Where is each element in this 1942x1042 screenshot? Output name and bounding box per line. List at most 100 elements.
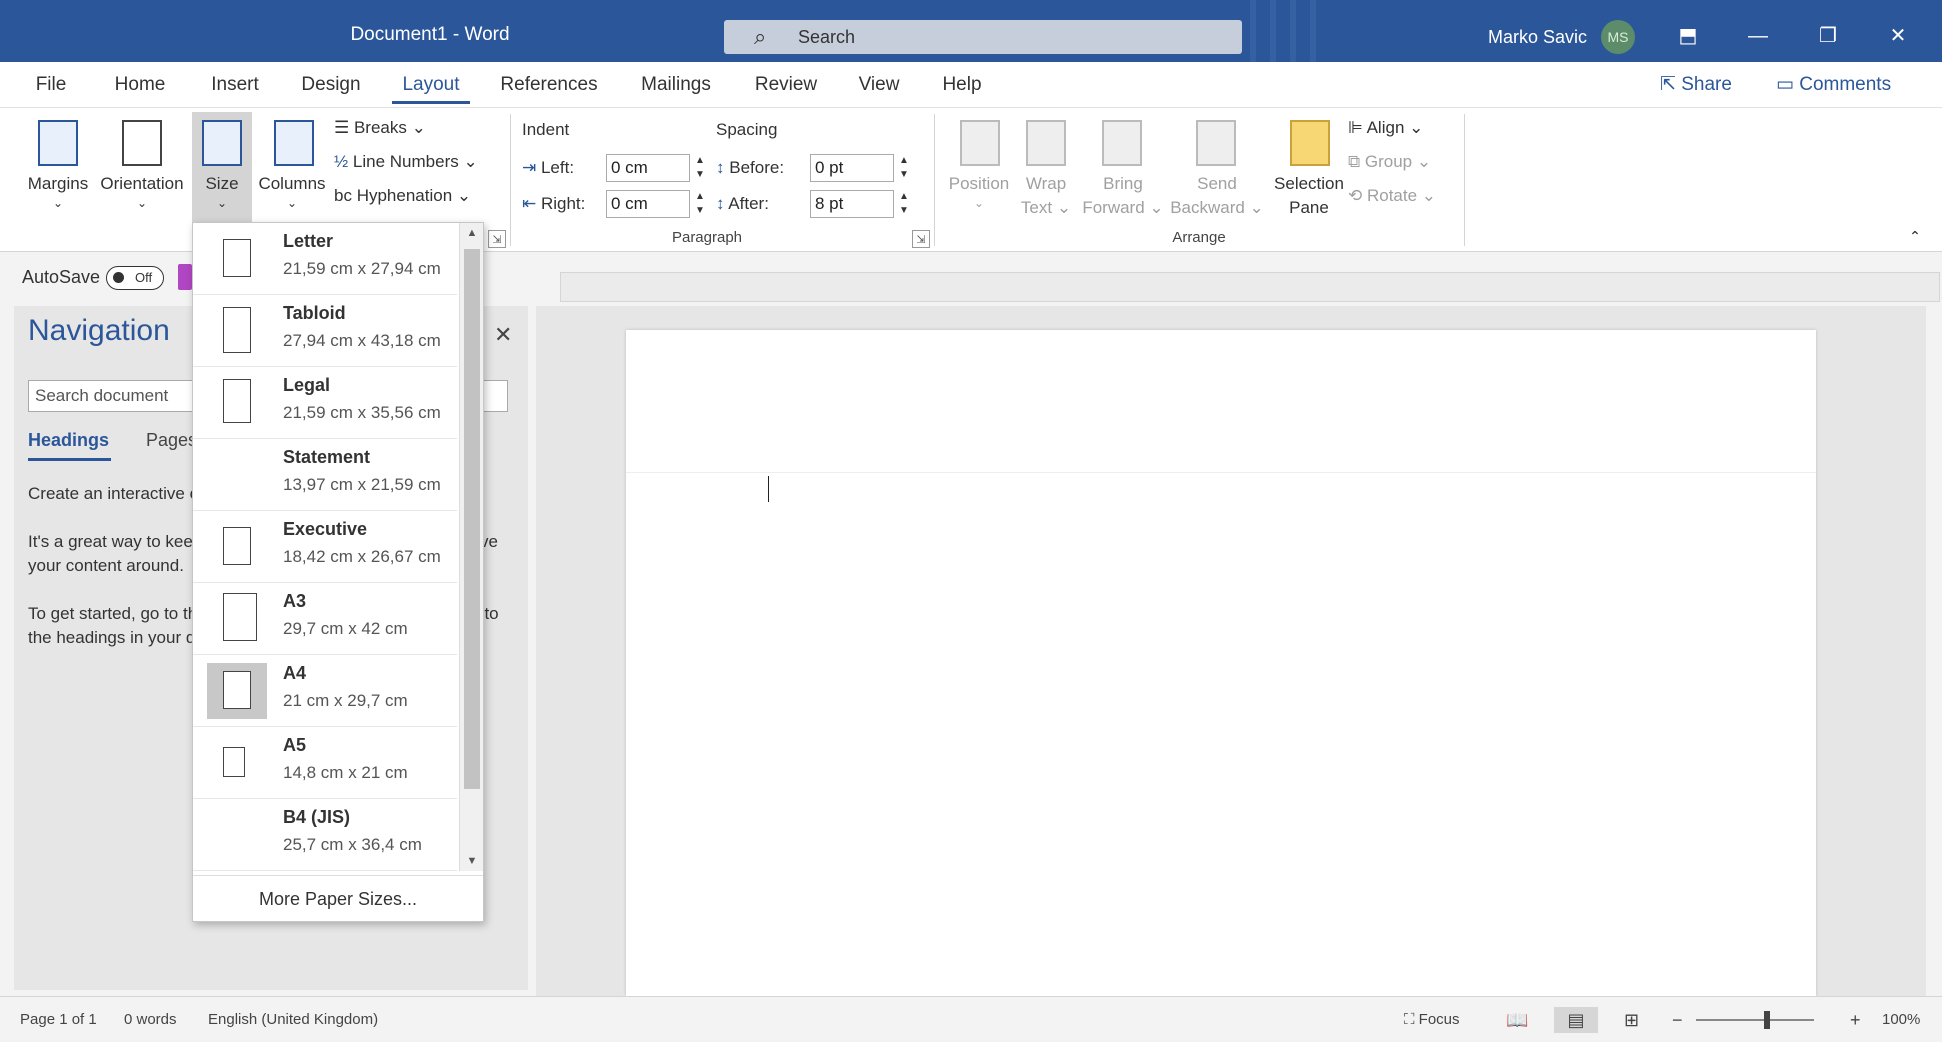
tab-insert[interactable]: Insert: [190, 66, 280, 104]
paragraph-launcher[interactable]: ⇲: [912, 230, 930, 248]
share-button[interactable]: ⇱ Share: [1660, 68, 1732, 102]
indent-right-spinner[interactable]: ▲ ▼: [692, 190, 708, 218]
ribbon-display-options-button[interactable]: ⬒: [1656, 14, 1720, 58]
group-button[interactable]: ⧉ Group ⌄: [1348, 148, 1431, 176]
selection-pane-button[interactable]: Selection Pane: [1268, 112, 1350, 224]
bring-forward-button[interactable]: Bring Forward ⌄: [1080, 112, 1166, 224]
print-layout-icon[interactable]: ▤: [1554, 1007, 1598, 1033]
size-option-statement[interactable]: Statement 13,97 cm x 21,59 cm: [193, 439, 457, 511]
size-option-b4-jis[interactable]: B4 (JIS) 25,7 cm x 36,4 cm: [193, 799, 457, 871]
scrollbar-thumb[interactable]: [464, 249, 480, 789]
margins-button[interactable]: Margins ⌄: [20, 112, 96, 224]
rotate-icon: ⟲: [1348, 186, 1367, 205]
line-numbers-button[interactable]: ½ Line Numbers ⌄: [334, 148, 478, 176]
size-option-a5[interactable]: A5 14,8 cm x 21 cm: [193, 727, 457, 799]
spacing-after-label: ↕ After:: [716, 194, 769, 213]
position-label: Position: [948, 174, 1010, 193]
breaks-button[interactable]: ☰ Breaks ⌄: [334, 114, 426, 142]
size-option-legal[interactable]: Legal 21,59 cm x 35,56 cm: [193, 367, 457, 439]
page-setup-launcher[interactable]: ⇲: [488, 230, 506, 248]
chevron-down-icon: ⌄: [973, 196, 985, 210]
language[interactable]: English (United Kingdom): [208, 1007, 378, 1033]
comments-label: Comments: [1799, 74, 1892, 95]
send-backward-button[interactable]: Send Backward ⌄: [1168, 112, 1266, 224]
orientation-button[interactable]: Orientation ⌄: [96, 112, 188, 224]
align-icon: ⊫: [1348, 118, 1367, 137]
more-paper-sizes-button[interactable]: More Paper Sizes...: [193, 875, 483, 921]
autosave-label: AutoSave: [22, 267, 101, 287]
onenote-icon[interactable]: [178, 264, 192, 290]
page-count[interactable]: Page 1 of 1: [20, 1007, 97, 1033]
scroll-up-icon[interactable]: ▲: [460, 223, 484, 243]
tab-headings[interactable]: Headings: [28, 430, 112, 461]
close-button[interactable]: ✕: [1866, 14, 1930, 58]
spacing-before-input[interactable]: 0 pt: [810, 154, 894, 182]
tab-references[interactable]: References: [484, 66, 614, 104]
decor-stripe: [1250, 0, 1256, 62]
size-button[interactable]: Size ⌄: [192, 112, 252, 224]
search-box[interactable]: ⌕ Search: [724, 20, 1242, 54]
focus-button[interactable]: ⛶ Focus: [1404, 1007, 1460, 1033]
scroll-down-icon[interactable]: ▼: [460, 851, 484, 871]
autosave-toggle[interactable]: Off: [106, 266, 164, 290]
position-button[interactable]: Position ⌄: [944, 112, 1014, 224]
indent-right-icon: ⇤: [522, 194, 541, 213]
size-option-letter[interactable]: Letter 21,59 cm x 27,94 cm: [193, 223, 457, 295]
page-icon: [223, 527, 251, 565]
collapse-ribbon-icon[interactable]: ⌃: [1900, 228, 1930, 248]
spacing-after-input[interactable]: 8 pt: [810, 190, 894, 218]
rotate-button[interactable]: ⟲ Rotate ⌄: [1348, 182, 1436, 210]
columns-button[interactable]: Columns ⌄: [254, 112, 330, 224]
word-count[interactable]: 0 words: [124, 1007, 177, 1033]
user-name[interactable]: Marko Savic: [1488, 22, 1587, 52]
tab-file[interactable]: File: [14, 66, 88, 104]
decor-stripe: [1290, 0, 1296, 62]
dropdown-scrollbar[interactable]: ▲ ▼: [459, 223, 483, 871]
tab-layout[interactable]: Layout: [384, 66, 478, 104]
align-button[interactable]: ⊫ Align ⌄: [1348, 114, 1423, 142]
web-layout-icon[interactable]: ⊞: [1624, 1007, 1639, 1033]
navigation-title: Navigation: [28, 314, 170, 347]
indent-left-input[interactable]: 0 cm: [606, 154, 690, 182]
page-icon: [223, 671, 251, 709]
indent-left-spinner[interactable]: ▲ ▼: [692, 154, 708, 182]
line-numbers-label: Line Numbers: [352, 152, 459, 171]
margins-icon: [38, 120, 78, 166]
size-option-tabloid[interactable]: Tabloid 27,94 cm x 43,18 cm: [193, 295, 457, 367]
tab-view[interactable]: View: [840, 66, 918, 104]
zoom-slider[interactable]: [1696, 1019, 1814, 1021]
size-option-a3[interactable]: A3 29,7 cm x 42 cm: [193, 583, 457, 655]
zoom-slider-thumb[interactable]: [1764, 1011, 1770, 1029]
size-option-a4[interactable]: A4 21 cm x 29,7 cm: [193, 655, 457, 727]
avatar[interactable]: MS: [1601, 20, 1635, 54]
zoom-level[interactable]: 100%: [1882, 1007, 1920, 1033]
tab-design[interactable]: Design: [284, 66, 378, 104]
wrap-text-icon: [1026, 120, 1066, 166]
document-page[interactable]: [626, 330, 1816, 996]
spacing-after-spinner[interactable]: ▲ ▼: [896, 190, 912, 218]
tab-review[interactable]: Review: [738, 66, 834, 104]
focus-icon: ⛶: [1404, 1011, 1419, 1028]
size-option-executive[interactable]: Executive 18,42 cm x 26,67 cm: [193, 511, 457, 583]
minimize-button[interactable]: —: [1726, 14, 1790, 58]
hyphenation-button[interactable]: bc Hyphenation ⌄: [334, 182, 471, 210]
tab-help[interactable]: Help: [924, 66, 1000, 104]
wrap-text-label: Wrap Text ⌄: [1020, 174, 1072, 217]
indent-right-input[interactable]: 0 cm: [606, 190, 690, 218]
spacing-before-spinner[interactable]: ▲ ▼: [896, 154, 912, 182]
restore-button[interactable]: ❐: [1796, 14, 1860, 58]
zoom-in-button[interactable]: +: [1850, 1007, 1861, 1033]
tab-home[interactable]: Home: [94, 66, 186, 104]
wrap-text-button[interactable]: Wrap Text ⌄: [1016, 112, 1076, 224]
comments-button[interactable]: ▭ Comments: [1776, 68, 1891, 102]
tab-mailings[interactable]: Mailings: [620, 66, 732, 104]
read-mode-icon[interactable]: 📖: [1506, 1007, 1528, 1033]
send-backward-label: Send Backward ⌄: [1170, 174, 1264, 217]
tab-pages[interactable]: Pages: [146, 430, 197, 451]
decor-stripe: [1310, 0, 1316, 62]
zoom-out-button[interactable]: −: [1672, 1007, 1683, 1033]
close-icon[interactable]: ✕: [494, 322, 512, 348]
spacing-after-icon: ↕: [716, 194, 729, 213]
line-numbers-icon: ½: [334, 152, 353, 171]
columns-label: Columns: [258, 174, 326, 193]
